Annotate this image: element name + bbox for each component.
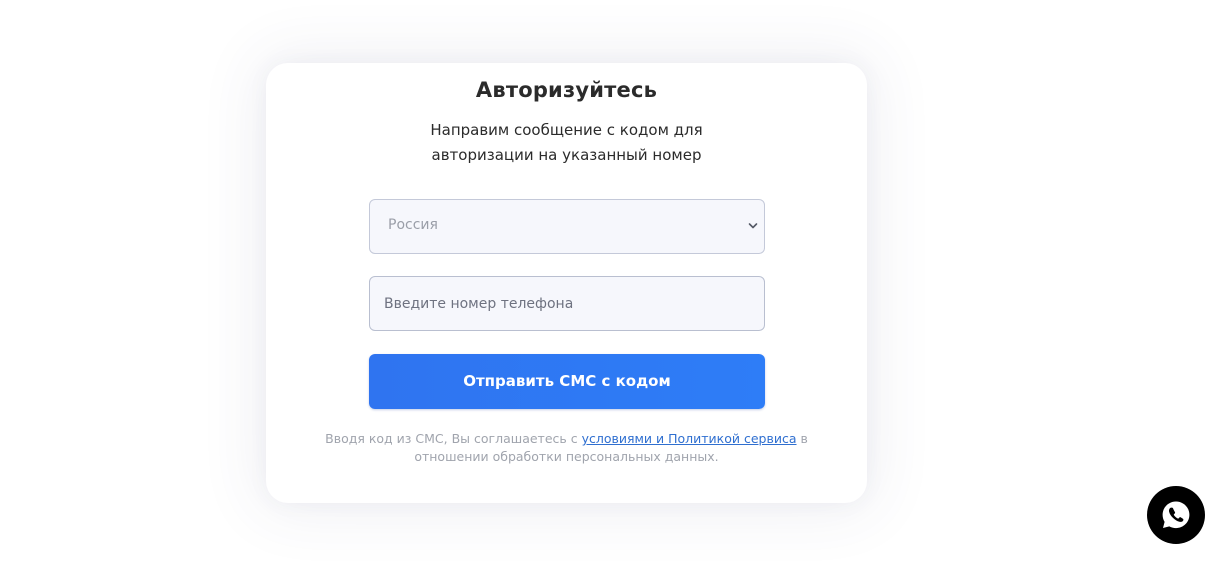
phone-field-wrapper [369,276,765,331]
legal-prefix: Вводя код из СМС, Вы соглашаетесь с [325,431,582,446]
page-title: Авторизуйтесь [475,78,658,102]
country-select[interactable]: Россия [369,199,765,254]
legal-notice: Вводя код из СМС, Вы соглашаетесь с усло… [306,430,827,466]
terms-link[interactable]: условиями и Политикой сервиса [582,431,797,446]
whatsapp-chat-button[interactable] [1147,486,1205,544]
auth-subtitle: Направим сообщение с кодом для авторизац… [430,121,703,164]
phone-input[interactable] [370,277,764,330]
chevron-down-icon [748,223,758,229]
whatsapp-icon [1162,501,1190,529]
send-sms-button[interactable]: Отправить СМС с кодом [369,354,765,409]
country-select-value: Россия [388,217,438,233]
auth-card: Авторизуйтесь Направим сообщение с кодом… [266,63,867,503]
page: Авторизуйтесь Направим сообщение с кодом… [0,0,1218,564]
